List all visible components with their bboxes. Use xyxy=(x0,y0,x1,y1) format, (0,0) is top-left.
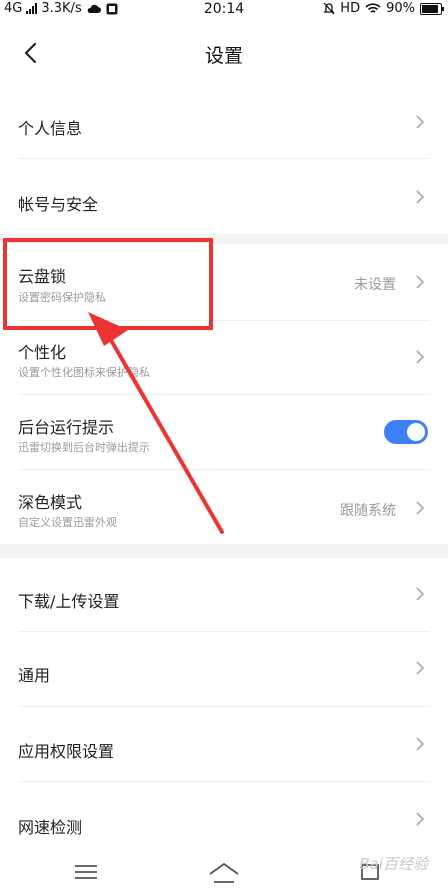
row-label: 个性化 xyxy=(18,343,67,362)
row-subtitle: 设置个性化图标来保护隐私 xyxy=(18,366,150,379)
chevron-right-icon xyxy=(416,115,425,129)
chevron-right-icon xyxy=(416,587,425,601)
row-background-tip: 后台运行提示 迅雷切换到后台时弹出提示 xyxy=(0,395,448,469)
home-icon[interactable] xyxy=(204,858,244,886)
page-title: 设置 xyxy=(204,45,243,67)
chevron-right-icon xyxy=(416,812,425,826)
watermark: Bai百经验 xyxy=(359,855,428,873)
row-label: 个人信息 xyxy=(18,119,83,138)
row-label: 下载/上传设置 xyxy=(18,592,120,611)
status-right: HD 90% xyxy=(323,1,444,16)
row-personal-info[interactable]: 个人信息 xyxy=(0,90,448,160)
chevron-right-icon xyxy=(416,737,425,751)
chevron-right-icon xyxy=(416,275,425,289)
row-value: 未设置 xyxy=(354,277,396,293)
chevron-right-icon xyxy=(416,661,425,675)
row-transfer-settings[interactable]: 下载/上传设置 xyxy=(0,558,448,632)
wifi-icon xyxy=(365,2,381,13)
row-subtitle: 自定义设置迅雷外观 xyxy=(18,516,117,529)
row-account-security[interactable]: 帐号与安全 xyxy=(0,160,448,234)
section-gap xyxy=(0,544,448,558)
menu-icon[interactable] xyxy=(66,858,106,886)
row-label: 深色模式 xyxy=(18,493,83,512)
chevron-right-icon xyxy=(416,350,425,364)
row-label: 通用 xyxy=(18,666,51,685)
row-label: 帐号与安全 xyxy=(18,195,99,214)
row-label: 应用权限设置 xyxy=(18,742,115,761)
battery-icon xyxy=(420,2,444,15)
header: 设置 xyxy=(0,24,448,82)
row-subtitle: 迅雷切换到后台时弹出提示 xyxy=(18,441,150,454)
row-value: 跟随系统 xyxy=(340,503,396,519)
status-bar: 4G 3.3K/s 20:14 HD 90% xyxy=(0,0,448,18)
row-app-permissions[interactable]: 应用权限设置 xyxy=(0,707,448,782)
row-dark-mode[interactable]: 深色模式 自定义设置迅雷外观 跟随系统 xyxy=(0,470,448,544)
mute-icon xyxy=(323,2,335,15)
row-label: 后台运行提示 xyxy=(18,418,115,437)
chevron-right-icon xyxy=(416,501,425,515)
row-speed-test[interactable]: 网速检测 xyxy=(0,782,448,850)
battery-percent: 90% xyxy=(386,1,415,16)
row-label: 网速检测 xyxy=(18,818,83,837)
hd-indicator: HD xyxy=(340,1,361,16)
background-tip-toggle[interactable] xyxy=(384,420,428,444)
divider xyxy=(18,158,430,159)
toggle-knob xyxy=(407,423,425,441)
row-general[interactable]: 通用 xyxy=(0,632,448,707)
row-personalization[interactable]: 个性化 设置个性化图标来保护隐私 xyxy=(0,321,448,394)
highlight-box xyxy=(3,238,213,330)
chevron-right-icon xyxy=(416,190,425,204)
